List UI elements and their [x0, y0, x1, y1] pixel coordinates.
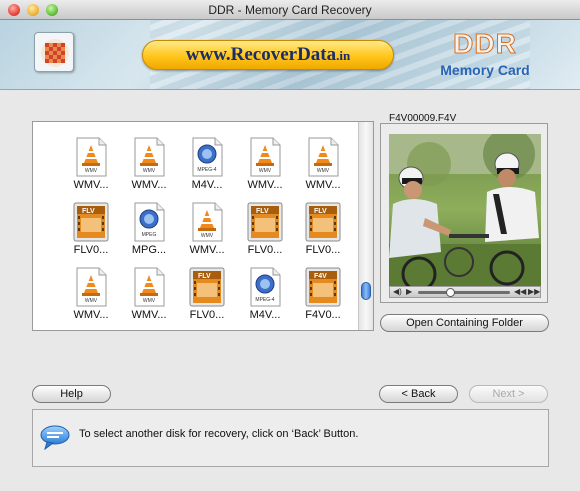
- speech-bubble-icon: [39, 424, 71, 455]
- svg-text:F4V: F4V: [314, 273, 327, 280]
- recovered-files-panel: WMV WMV... WMV WMV... MPEG-4 M4V... WMV WMV... W…: [32, 121, 374, 331]
- svg-text:FLV: FLV: [198, 273, 211, 280]
- svg-text:WMV: WMV: [201, 233, 214, 239]
- svg-text:WMV: WMV: [143, 168, 156, 174]
- video-preview-image: [389, 134, 541, 286]
- play-icon[interactable]: ▶: [406, 287, 412, 297]
- file-item[interactable]: MPEG-4 M4V...: [178, 137, 236, 199]
- vlc-cone-icon: WMV: [189, 202, 225, 242]
- file-item[interactable]: MPEG MPG...: [120, 202, 178, 264]
- rewind-icon[interactable]: ◀◀: [514, 287, 526, 297]
- svg-text:MPEG-4: MPEG-4: [255, 297, 274, 303]
- file-item[interactable]: FLV FLV0...: [62, 202, 120, 264]
- svg-text:MPEG-4: MPEG-4: [197, 167, 216, 173]
- file-item-label: WMV...: [189, 244, 225, 256]
- header-banner: www.RecoverData.in DDR Memory Card: [0, 20, 580, 90]
- file-item-label: F4V0...: [305, 309, 341, 321]
- checker-logo-icon: [41, 39, 69, 67]
- file-item-label: WMV...: [73, 309, 109, 321]
- file-item-label: WMV...: [305, 179, 341, 191]
- vlc-cone-icon: WMV: [131, 267, 167, 307]
- open-containing-folder-button[interactable]: Open Containing Folder: [380, 314, 549, 332]
- file-item[interactable]: WMV WMV...: [120, 267, 178, 329]
- back-button[interactable]: < Back: [379, 385, 458, 403]
- file-item[interactable]: WMV WMV...: [120, 137, 178, 199]
- vlc-cone-icon: WMV: [73, 137, 109, 177]
- svg-text:FLV: FLV: [82, 208, 95, 215]
- svg-text:WMV: WMV: [85, 168, 98, 174]
- file-item-label: MPG...: [131, 244, 167, 256]
- file-item-label: FLV0...: [247, 244, 283, 256]
- preview-panel: ◀) ▶ ◀◀ ▶▶: [380, 123, 548, 303]
- instruction-message: To select another disk for recovery, cli…: [79, 428, 359, 440]
- quicktime-mpeg-icon: MPEG: [131, 202, 167, 242]
- svg-text:WMV: WMV: [317, 168, 330, 174]
- file-list-scrollbar[interactable]: [358, 122, 373, 330]
- quicktime-icon: MPEG-4: [189, 137, 225, 177]
- file-item[interactable]: FLV FLV0...: [178, 267, 236, 329]
- file-item-label: WMV...: [247, 179, 283, 191]
- video-player-controls: ◀) ▶ ◀◀ ▶▶: [389, 286, 541, 298]
- vlc-cone-icon: WMV: [247, 137, 283, 177]
- title-bar: DDR - Memory Card Recovery: [0, 0, 580, 20]
- website-url-pill[interactable]: www.RecoverData.in: [142, 40, 394, 70]
- file-item-label: M4V...: [249, 309, 281, 321]
- svg-text:WMV: WMV: [85, 298, 98, 304]
- help-button[interactable]: Help: [32, 385, 111, 403]
- flv-film-icon: F4V: [305, 267, 341, 307]
- svg-text:WMV: WMV: [259, 168, 272, 174]
- vlc-cone-icon: WMV: [131, 137, 167, 177]
- window-title: DDR - Memory Card Recovery: [208, 3, 372, 17]
- flv-film-icon: FLV: [73, 202, 109, 242]
- svg-text:WMV: WMV: [143, 298, 156, 304]
- product-subtitle: Memory Card: [440, 62, 530, 78]
- file-item-label: WMV...: [73, 179, 109, 191]
- file-item[interactable]: WMV WMV...: [62, 137, 120, 199]
- file-item-label: M4V...: [191, 179, 223, 191]
- volume-icon[interactable]: ◀): [393, 287, 402, 297]
- file-item[interactable]: WMV WMV...: [178, 202, 236, 264]
- file-grid: WMV WMV... WMV WMV... MPEG-4 M4V... WMV WMV... W…: [33, 122, 359, 330]
- file-item[interactable]: WMV WMV...: [62, 267, 120, 329]
- file-item[interactable]: FLV FLV0...: [294, 202, 352, 264]
- file-item-label: FLV0...: [305, 244, 341, 256]
- seek-track[interactable]: [418, 291, 510, 294]
- flv-film-icon: FLV: [247, 202, 283, 242]
- file-item-label: WMV...: [131, 309, 167, 321]
- vlc-cone-icon: WMV: [73, 267, 109, 307]
- file-item[interactable]: WMV WMV...: [236, 137, 294, 199]
- brand-title: DDR: [453, 28, 517, 60]
- next-button[interactable]: Next >: [469, 385, 548, 403]
- svg-text:MPEG: MPEG: [142, 232, 157, 238]
- vlc-cone-icon: WMV: [305, 137, 341, 177]
- flv-film-icon: FLV: [189, 267, 225, 307]
- seek-knob[interactable]: [446, 288, 455, 297]
- scrollbar-thumb[interactable]: [361, 282, 371, 300]
- file-item[interactable]: MPEG-4 M4V...: [236, 267, 294, 329]
- quicktime-icon: MPEG-4: [247, 267, 283, 307]
- file-item[interactable]: FLV FLV0...: [236, 202, 294, 264]
- url-tld-text: .in: [336, 48, 351, 63]
- file-item[interactable]: F4V F4V0...: [294, 267, 352, 329]
- fast-forward-icon[interactable]: ▶▶: [528, 287, 540, 297]
- flv-film-icon: FLV: [305, 202, 341, 242]
- app-logo: [34, 32, 74, 72]
- file-item-label: WMV...: [131, 179, 167, 191]
- svg-text:FLV: FLV: [314, 208, 327, 215]
- file-item[interactable]: WMV WMV...: [294, 137, 352, 199]
- message-panel: To select another disk for recovery, cli…: [32, 409, 549, 467]
- svg-text:FLV: FLV: [256, 208, 269, 215]
- file-item-label: FLV0...: [189, 309, 225, 321]
- file-item-label: FLV0...: [73, 244, 109, 256]
- url-main-text: www.RecoverData: [185, 44, 337, 65]
